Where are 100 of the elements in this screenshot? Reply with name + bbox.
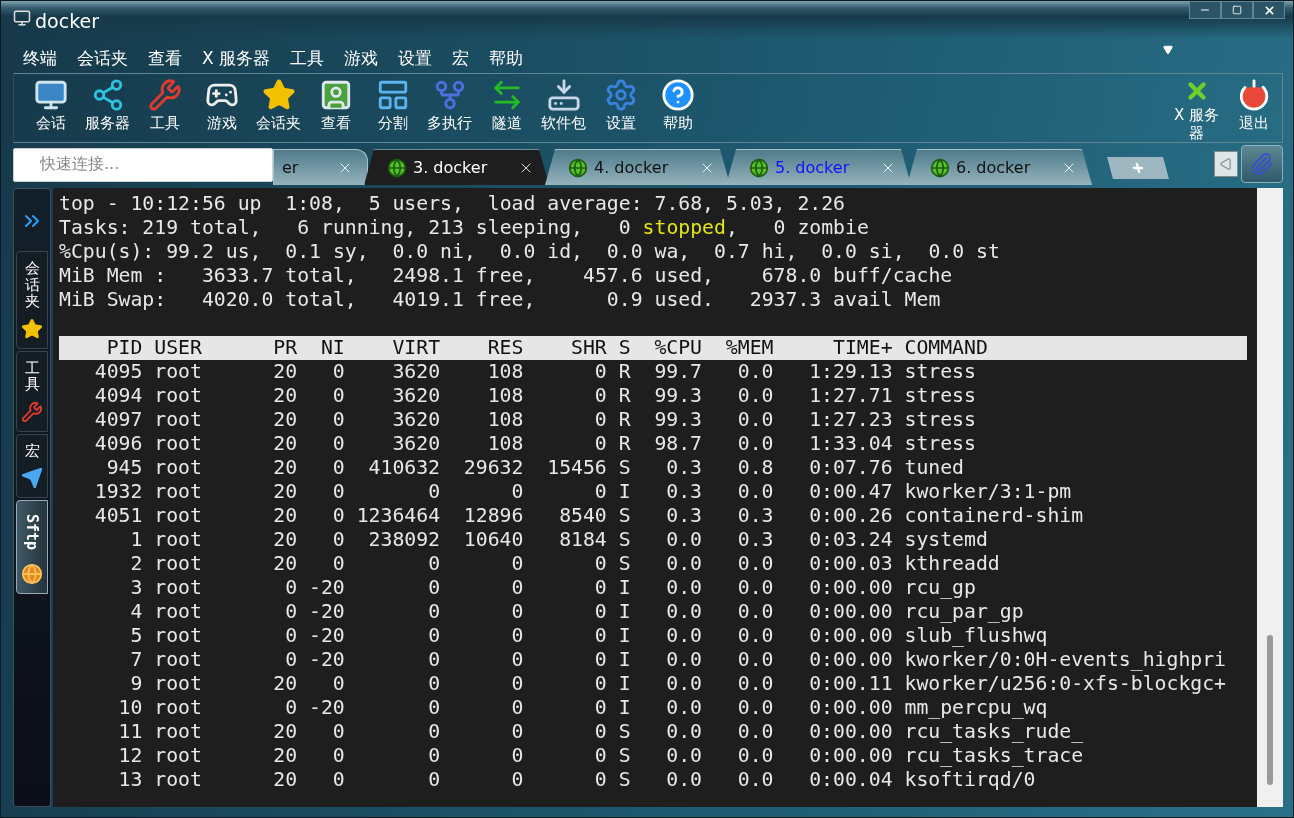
toolbar-button[interactable]: 工具 [136, 74, 193, 142]
side-tab[interactable]: Sftp [16, 500, 48, 594]
toolbar-button[interactable]: 会话夹 [250, 74, 307, 142]
table-cell-text: 0.0 [736, 432, 774, 456]
table-cell-text: 0 [331, 552, 345, 576]
star-icon [261, 78, 296, 112]
toolbar-button[interactable]: 游戏 [193, 74, 250, 142]
menu-item[interactable]: 终端 [13, 47, 67, 73]
scroll-tabs-button[interactable] [1214, 151, 1238, 177]
menu-item[interactable]: 设置 [388, 47, 443, 73]
session-tab[interactable]: 3. docker [364, 149, 549, 185]
table-cell-text: kthreadd [903, 552, 1000, 576]
table-cell-text: 0 [593, 576, 607, 600]
side-tab[interactable]: 宏 [16, 433, 48, 498]
table-cell-text: S [617, 720, 631, 744]
menu-item[interactable]: 工具 [280, 47, 335, 73]
window-title: docker [35, 9, 99, 33]
table-cell-text: 0 [593, 768, 607, 792]
table-cell-text: 0.0 [665, 528, 703, 552]
monitor-icon [33, 78, 68, 112]
table-cell-text: 0 [593, 696, 607, 720]
toolbar-button[interactable]: X 服务器 [1168, 74, 1225, 142]
table-cell-text: tuned [903, 456, 964, 480]
table-cell-text: 108 [486, 384, 524, 408]
column-header: PID [105, 336, 143, 360]
table-cell-text: 0.0 [665, 576, 703, 600]
table-cell-text: 0.0 [736, 600, 774, 624]
toolbar-button[interactable]: 分割 [364, 74, 421, 142]
table-cell-text: root [153, 600, 203, 624]
session-tab[interactable]: er [273, 149, 368, 185]
table-cell-text: mm_percpu_wq [903, 696, 1048, 720]
menu-item[interactable]: 宏 [442, 47, 480, 73]
table-cell-text: 8184 [558, 528, 607, 552]
table-cell-text: S [617, 552, 631, 576]
quick-connect-field[interactable]: 快速连接... [13, 148, 273, 182]
menu-item[interactable]: 游戏 [334, 47, 389, 73]
attach-button[interactable] [1241, 145, 1283, 183]
new-tab-button[interactable] [1107, 157, 1169, 179]
toolbar-button[interactable]: 设置 [592, 74, 649, 142]
table-cell-text: 0.0 [665, 672, 703, 696]
table-cell-text: 20 [272, 552, 298, 576]
column-header: S [617, 336, 631, 360]
table-cell-text: 5 [129, 624, 143, 648]
session-tab[interactable]: 6. docker [907, 149, 1092, 185]
toolbar-button[interactable]: 服务器 [79, 74, 136, 142]
table-cell-text: 0 [510, 768, 524, 792]
table-cell-text: 0.0 [665, 552, 703, 576]
table-cell-text: rcu_tasks_trace [903, 744, 1084, 768]
table-cell-text: 0.0 [736, 768, 774, 792]
globe-icon [930, 157, 950, 178]
table-cell-text: 0 [427, 768, 441, 792]
table-cell-text: 1:27.23 [808, 408, 893, 432]
table-cell-text: 1:29.13 [808, 360, 893, 384]
table-cell-text: 3620 [391, 408, 441, 432]
toolbar-button[interactable]: 隧道 [478, 74, 535, 142]
menu-item[interactable]: 帮助 [479, 47, 534, 73]
toolbar-button[interactable]: 软件包 [535, 74, 592, 142]
table-cell-text: 3 [129, 576, 143, 600]
column-header: SHR [570, 336, 607, 360]
table-cell-text: I [617, 480, 631, 504]
toolbar-button[interactable]: 帮助 [649, 74, 706, 142]
toolbar-button[interactable]: 多执行 [421, 74, 478, 142]
table-cell-text: 945 [105, 456, 143, 480]
table-cell-text: 0 [427, 624, 441, 648]
table-cell-text: 0:00.03 [808, 552, 893, 576]
toolbar-button[interactable]: 查看 [307, 74, 364, 142]
maximize-button[interactable] [1221, 1, 1253, 19]
table-cell-text: -20 [308, 624, 345, 648]
scroll-thumb[interactable] [1267, 635, 1273, 785]
column-header: %MEM [724, 336, 774, 360]
column-header: NI [319, 336, 345, 360]
table-cell-text: ksoftirqd/0 [903, 768, 1036, 792]
column-header: TIME+ [832, 336, 893, 360]
table-cell-text: -20 [308, 696, 345, 720]
side-tab[interactable]: 工具 [16, 350, 48, 432]
menu-item[interactable]: 会话夹 [67, 47, 138, 73]
table-cell-text: 3620 [391, 432, 441, 456]
table-cell-text: 0 [331, 408, 345, 432]
table-cell-text: 0 [427, 696, 441, 720]
menu-item[interactable]: X 服务器 [192, 47, 281, 73]
table-cell-text: root [153, 672, 203, 696]
table-cell-text: 0 [284, 624, 298, 648]
table-cell-text: 0 [593, 432, 607, 456]
table-cell-text: root [153, 384, 203, 408]
toolbar-button[interactable]: 会话 [22, 74, 79, 142]
session-tab[interactable]: 4. docker [545, 149, 730, 185]
column-header: USER [153, 336, 203, 360]
table-cell-text: 20 [272, 384, 298, 408]
column-header: COMMAND [903, 336, 988, 360]
menu-item[interactable]: 查看 [138, 47, 192, 73]
table-cell-text: rcu_tasks_rude_ [903, 720, 1084, 744]
minimize-button[interactable] [1189, 1, 1221, 19]
table-cell-text: S [617, 744, 631, 768]
table-cell-text: 0.0 [665, 768, 703, 792]
globe-icon [21, 563, 43, 585]
close-button[interactable] [1253, 1, 1285, 19]
toolbar-button[interactable]: 退出 [1225, 74, 1282, 142]
table-cell-text: root [153, 432, 203, 456]
scrollbar[interactable] [1257, 188, 1283, 807]
side-tab[interactable]: 会话夹 [16, 251, 48, 349]
